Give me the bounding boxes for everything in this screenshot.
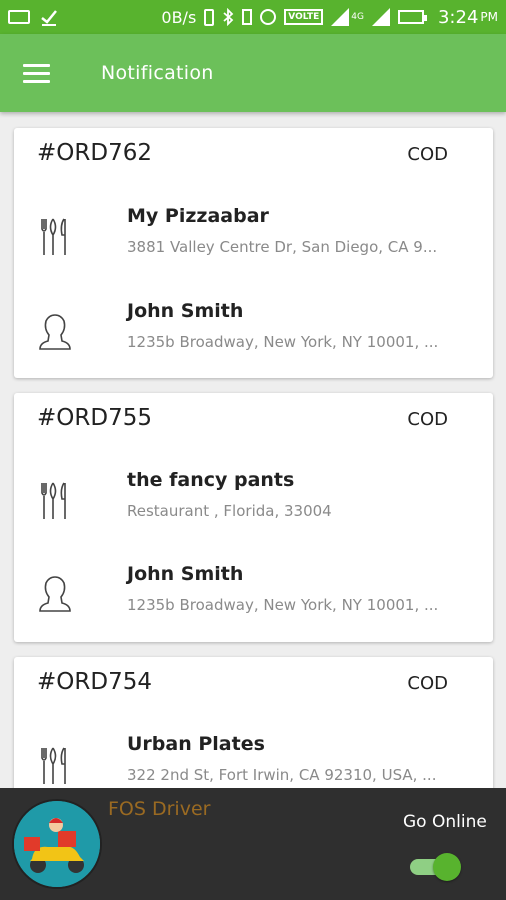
message-icon <box>8 10 30 24</box>
app-bar: Notification <box>0 34 506 112</box>
restaurant-name: My Pizzaabar <box>127 205 269 227</box>
alarm-icon <box>260 9 277 25</box>
restaurant-name: Urban Plates <box>127 733 265 755</box>
clock-ampm: PM <box>480 10 498 24</box>
restaurant-address: Restaurant , Florida, 33004 <box>127 502 332 520</box>
order-id: #ORD754 <box>37 669 152 695</box>
order-id: #ORD762 <box>37 140 152 166</box>
driver-bar: FOS Driver Go Online <box>0 788 506 900</box>
driver-name: FOS Driver <box>108 798 211 820</box>
scooter-driver-icon <box>14 801 100 887</box>
order-card[interactable]: #ORD755 COD the fancy pants Restaurant ,… <box>14 393 493 642</box>
volte-badge: VOLTE <box>284 9 324 25</box>
restaurant-icon <box>41 482 66 519</box>
order-card[interactable]: #ORD754 COD Urban Plates 322 2nd St, For… <box>14 657 493 788</box>
customer-address: 1235b Broadway, New York, NY 10001, ... <box>127 596 439 614</box>
restaurant-icon <box>41 218 66 255</box>
order-list: #ORD762 COD My Pizzaabar 3881 Valley Cen… <box>0 112 506 788</box>
payment-method: COD <box>407 409 448 430</box>
order-id: #ORD755 <box>37 405 152 431</box>
go-online-toggle[interactable] <box>408 852 463 882</box>
restaurant-address: 3881 Valley Centre Dr, San Diego, CA 9..… <box>127 238 438 256</box>
customer-address: 1235b Broadway, New York, NY 10001, ... <box>127 333 439 351</box>
user-icon <box>39 314 71 350</box>
download-icon <box>40 8 58 26</box>
go-online-label: Go Online <box>403 812 487 832</box>
vibrate-icon <box>242 9 253 25</box>
status-bar: 0B/s VOLTE 4G 3:24 PM <box>0 0 506 34</box>
payment-method: COD <box>407 673 448 694</box>
phone-icon <box>204 8 215 26</box>
signal-icon <box>331 8 350 26</box>
order-card[interactable]: #ORD762 COD My Pizzaabar 3881 Valley Cen… <box>14 128 493 378</box>
net-speed: 0B/s <box>161 7 197 27</box>
network-type: 4G <box>351 12 364 22</box>
restaurant-address: 322 2nd St, Fort Irwin, CA 92310, USA, .… <box>127 766 437 784</box>
avatar <box>12 799 102 889</box>
payment-method: COD <box>407 144 448 165</box>
menu-icon[interactable] <box>23 51 67 95</box>
restaurant-icon <box>41 747 66 784</box>
signal-icon-2 <box>371 8 390 26</box>
user-icon <box>39 576 71 612</box>
battery-icon <box>397 10 427 24</box>
page-title: Notification <box>101 62 214 84</box>
bluetooth-icon <box>222 8 234 26</box>
restaurant-name: the fancy pants <box>127 469 295 491</box>
customer-name: John Smith <box>127 300 244 322</box>
clock: 3:24 <box>437 6 479 28</box>
customer-name: John Smith <box>127 563 244 585</box>
